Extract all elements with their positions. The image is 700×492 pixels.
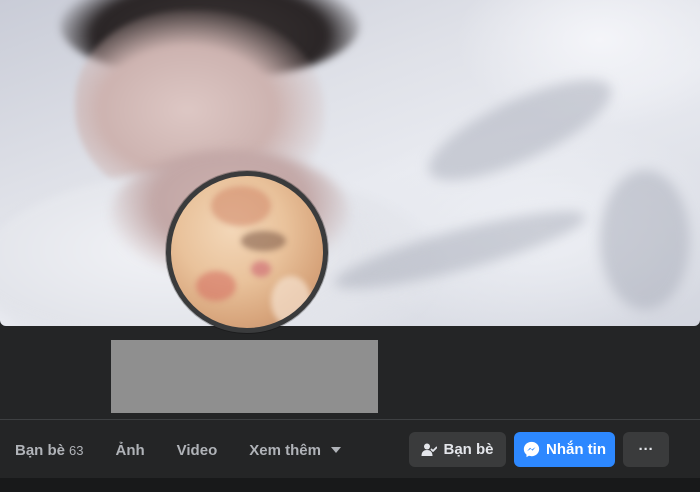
avatar-blot	[196, 271, 236, 301]
friends-button-label: Bạn bè	[443, 441, 494, 458]
person-check-icon	[421, 442, 438, 458]
message-button-label: Nhắn tin	[546, 441, 606, 458]
cover-fold-shape	[416, 60, 624, 200]
avatar-blot	[241, 231, 286, 251]
tab-photos[interactable]: Ảnh	[99, 420, 160, 480]
avatar-blot	[251, 261, 271, 277]
cover-fold-shape	[600, 170, 690, 310]
tab-more[interactable]: Xem thêm	[233, 420, 357, 480]
tab-friends-count: 63	[69, 442, 84, 458]
avatar-blot	[211, 186, 271, 226]
friends-button[interactable]: Bạn bè	[409, 432, 506, 467]
redacted-name-block	[111, 340, 378, 413]
messenger-icon	[523, 441, 540, 458]
tab-video-label: Video	[176, 441, 218, 459]
bottom-strip	[0, 478, 700, 492]
message-button[interactable]: Nhắn tin	[514, 432, 615, 467]
more-options-button[interactable]: ···	[623, 432, 669, 467]
tab-video[interactable]: Video	[161, 420, 234, 480]
tab-friends-label: Bạn bè	[15, 441, 66, 459]
more-options-dots: ···	[638, 441, 654, 458]
profile-avatar[interactable]	[166, 171, 328, 333]
caret-down-icon	[330, 447, 341, 453]
tab-friends[interactable]: Bạn bè 63	[0, 420, 99, 480]
profile-tabs: Bạn bè 63 Ảnh Video Xem thêm	[0, 420, 357, 480]
tab-photos-label: Ảnh	[115, 441, 145, 459]
cover-photo[interactable]	[0, 0, 700, 326]
tab-more-label: Xem thêm	[249, 441, 321, 459]
avatar-blot	[271, 276, 311, 326]
